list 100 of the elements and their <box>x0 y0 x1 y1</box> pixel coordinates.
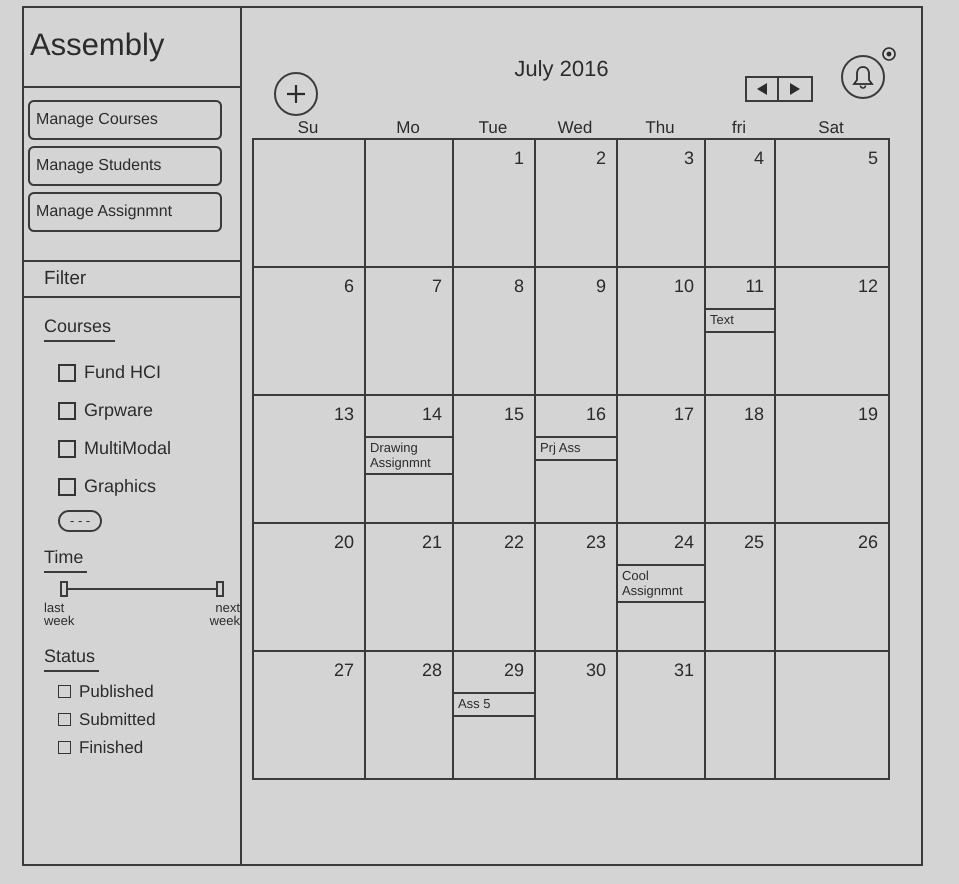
day-number: 19 <box>858 404 878 426</box>
day-number: 4 <box>754 148 764 170</box>
more-button[interactable]: - - - <box>58 510 102 532</box>
slider-handle[interactable] <box>60 580 68 597</box>
day-cell[interactable]: 29 Ass 5 <box>454 652 536 780</box>
day-cell[interactable]: 31 <box>618 652 706 780</box>
notifications-button[interactable] <box>841 55 885 99</box>
day-number: 14 <box>422 404 442 426</box>
notification-dot-icon <box>882 47 896 61</box>
checkbox[interactable] <box>58 478 76 496</box>
day-number: 2 <box>596 148 606 170</box>
event-block[interactable]: Drawing Assignmnt <box>366 436 452 476</box>
day-cell[interactable]: 27 <box>254 652 366 780</box>
day-number: 24 <box>674 532 694 554</box>
weekday-label: Su <box>298 118 318 138</box>
day-number: 25 <box>744 532 764 554</box>
section-heading: Time <box>44 547 88 573</box>
checkbox[interactable] <box>58 713 71 726</box>
day-number: 9 <box>596 276 606 298</box>
day-number: 13 <box>334 404 354 426</box>
day-cell[interactable]: 24 Cool Assignmnt <box>618 524 706 652</box>
day-number: 21 <box>422 532 442 554</box>
slider-handle[interactable] <box>216 580 224 597</box>
day-cell[interactable]: 19 <box>776 396 890 524</box>
event-block[interactable]: Text <box>706 308 774 333</box>
day-cell[interactable]: 8 <box>454 268 536 396</box>
day-number: 11 <box>745 276 764 298</box>
section-heading: Status <box>44 646 100 672</box>
day-cell[interactable]: 1 <box>454 140 536 268</box>
left-triangle-icon <box>756 82 768 96</box>
day-cell[interactable]: 21 <box>366 524 454 652</box>
event-block[interactable]: Ass 5 <box>454 692 534 717</box>
previous-month-button[interactable] <box>745 76 779 102</box>
checkbox[interactable] <box>58 440 76 458</box>
status-label: Published <box>79 680 154 703</box>
day-number: 18 <box>744 404 764 426</box>
day-number: 15 <box>504 404 524 426</box>
event-block[interactable]: Prj Ass <box>536 436 616 461</box>
day-cell[interactable]: 28 <box>366 652 454 780</box>
day-cell[interactable]: 15 <box>454 396 536 524</box>
checkbox[interactable] <box>58 741 71 754</box>
weekday-label: Mo <box>396 118 420 138</box>
section-heading: Courses <box>44 316 116 342</box>
weekday-label: Wed <box>558 118 592 138</box>
checkbox[interactable] <box>58 364 76 382</box>
next-month-button[interactable] <box>779 76 813 102</box>
day-cell[interactable]: 16 Prj Ass <box>536 396 618 524</box>
day-cell[interactable]: 17 <box>618 396 706 524</box>
day-number: 17 <box>674 404 694 426</box>
day-number: 30 <box>586 660 606 682</box>
course-label: Fund HCI <box>84 361 162 384</box>
range-start-label: last week <box>44 600 76 628</box>
day-cell[interactable]: 11 Text <box>706 268 776 396</box>
day-number: 3 <box>684 148 694 170</box>
filter-heading: Filter <box>44 268 86 289</box>
day-cell[interactable]: 30 <box>536 652 618 780</box>
plus-icon <box>285 83 307 105</box>
course-label: Graphics <box>84 475 156 498</box>
day-number: 20 <box>334 532 354 554</box>
day-cell[interactable]: 26 <box>776 524 890 652</box>
checkbox[interactable] <box>58 402 76 420</box>
status-label: Finished <box>79 736 144 759</box>
menu-button[interactable]: Manage Assignmnt <box>28 192 222 232</box>
day-cell[interactable]: 10 <box>618 268 706 396</box>
status-label: Submitted <box>79 708 156 731</box>
day-cell[interactable]: 3 <box>618 140 706 268</box>
day-cell[interactable]: 12 <box>776 268 890 396</box>
day-cell[interactable]: 4 <box>706 140 776 268</box>
range-end-label: next week <box>208 600 240 628</box>
day-number: 31 <box>674 660 694 682</box>
day-number: 7 <box>432 276 442 298</box>
day-cell[interactable]: 25 <box>706 524 776 652</box>
add-button[interactable] <box>274 72 318 116</box>
day-cell[interactable]: 6 <box>254 268 366 396</box>
day-cell[interactable]: 7 <box>366 268 454 396</box>
checkbox[interactable] <box>58 685 71 698</box>
menu-button[interactable]: Manage Courses <box>28 100 222 140</box>
month-title: July 2016 <box>514 56 609 81</box>
day-cell[interactable]: 18 <box>706 396 776 524</box>
day-cell[interactable]: 22 <box>454 524 536 652</box>
day-cell[interactable]: 14 Drawing Assignmnt <box>366 396 454 524</box>
weekday-label: fri <box>732 118 746 138</box>
day-number: 16 <box>586 404 606 426</box>
right-triangle-icon <box>789 82 801 96</box>
event-block[interactable]: Cool Assignmnt <box>618 564 704 604</box>
day-cell[interactable]: 5 <box>776 140 890 268</box>
day-number: 28 <box>422 660 442 682</box>
day-number: 23 <box>586 532 606 554</box>
day-number: 1 <box>514 148 524 170</box>
weekday-label: Thu <box>645 118 675 138</box>
bell-icon <box>850 64 876 90</box>
day-cell[interactable]: 2 <box>536 140 618 268</box>
weekday-label: Tue <box>478 118 508 138</box>
day-cell[interactable]: 20 <box>254 524 366 652</box>
day-cell[interactable]: 23 <box>536 524 618 652</box>
day-number: 8 <box>514 276 524 298</box>
day-cell[interactable]: 13 <box>254 396 366 524</box>
course-label: MultiModal <box>84 437 172 460</box>
day-cell[interactable]: 9 <box>536 268 618 396</box>
menu-button[interactable]: Manage Students <box>28 146 222 186</box>
